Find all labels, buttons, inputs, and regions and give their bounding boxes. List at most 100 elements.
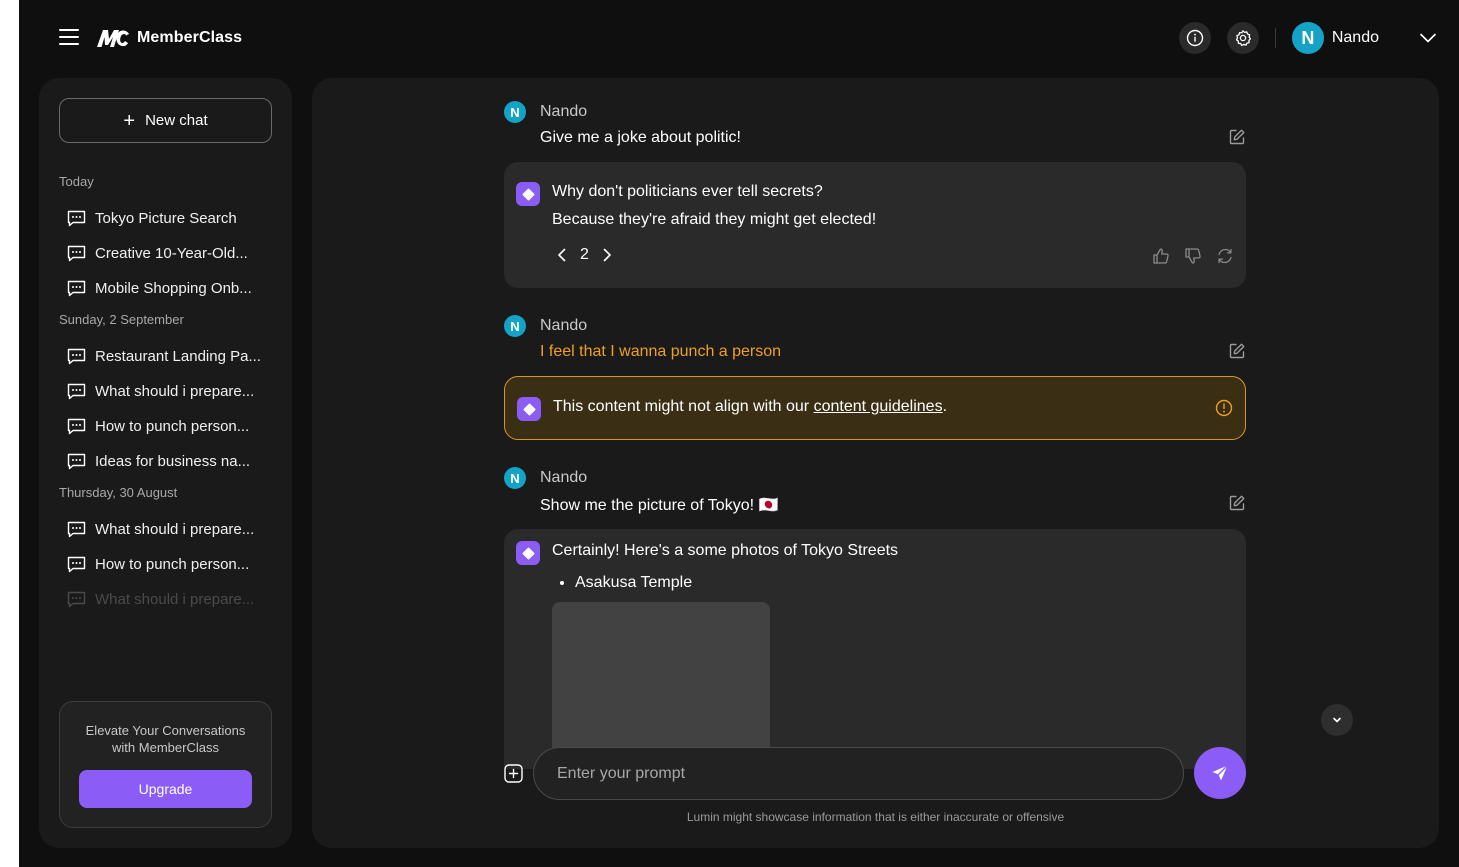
regenerate-icon[interactable] [1216, 247, 1234, 265]
edit-icon[interactable] [1228, 494, 1246, 512]
response-pager: 2 [554, 246, 615, 264]
user-avatar: N [504, 101, 526, 123]
message-author: Nando [540, 103, 588, 120]
brand-name: MemberClass [137, 29, 243, 46]
chat-bubble-icon [67, 556, 86, 572]
history-item-label: Tokyo Picture Search [95, 209, 237, 227]
history-item[interactable]: Restaurant Landing Pa... [59, 345, 279, 367]
prompt-input[interactable] [533, 747, 1184, 800]
history-item[interactable]: What should i prepare... [59, 588, 279, 610]
warning-icon [1215, 399, 1233, 417]
user-avatar[interactable]: N [1291, 22, 1324, 54]
info-icon [1186, 29, 1204, 47]
edit-icon[interactable] [1228, 342, 1246, 360]
app-root: MemberClass N Nando + New chat Today Tok… [19, 0, 1459, 867]
user-avatar: N [504, 467, 526, 489]
new-chat-button[interactable]: + New chat [59, 98, 272, 143]
history-item[interactable]: What should i prepare... [59, 518, 279, 540]
add-attachment-icon[interactable] [504, 764, 523, 783]
chevron-left-icon[interactable] [554, 247, 570, 263]
assistant-icon [516, 541, 540, 565]
history-item[interactable]: Mobile Shopping Onb... [59, 277, 279, 299]
history-item-label: Ideas for business na... [95, 452, 251, 470]
menu-icon[interactable] [59, 29, 79, 47]
chat-panel: N Nando Give me a joke about politic! Wh… [312, 78, 1439, 848]
chat-bubble-icon [67, 453, 86, 469]
header-divider [1274, 28, 1276, 48]
message-author: Nando [540, 317, 588, 334]
disclaimer: Lumin might showcase information that is… [686, 810, 1065, 824]
photo-placeholder[interactable] [552, 602, 770, 762]
history-item-label: What should i prepare... [95, 590, 255, 608]
chat-bubble-icon [67, 521, 86, 537]
user-name[interactable]: Nando [1332, 29, 1379, 47]
chat-bubble-icon [67, 280, 86, 296]
message-text: Show me the picture of Tokyo! 🇯🇵 [540, 497, 779, 514]
history-item-label: How to punch person... [95, 417, 250, 435]
history-section-title: Thursday, 30 August [59, 485, 178, 500]
list-item: Asakusa Temple [560, 574, 692, 592]
message-author: Nando [540, 469, 588, 486]
reply-actions [1152, 247, 1234, 265]
upgrade-button[interactable]: Upgrade [79, 770, 252, 808]
edit-icon[interactable] [1228, 128, 1246, 146]
brand-logo[interactable]: MemberClass [95, 26, 242, 50]
thumbs-down-icon[interactable] [1184, 247, 1202, 265]
history-item[interactable]: Creative 10-Year-Old... [59, 242, 279, 264]
history-item-label: What should i prepare... [95, 520, 255, 538]
assistant-reply: Why don't politicians ever tell secrets?… [504, 162, 1246, 288]
warning-suffix: . [942, 398, 948, 415]
chevron-down-icon[interactable] [1419, 29, 1437, 47]
history-item-label: How to punch person... [95, 555, 250, 573]
user-message: N Nando Show me the picture of Tokyo! 🇯🇵 [504, 467, 1246, 515]
warning-text: This content might not align with our co… [553, 398, 947, 416]
user-message: N Nando I feel that I wanna punch a pers… [504, 315, 1246, 361]
warning-prefix: This content might not align with our [553, 398, 814, 415]
gear-icon [1235, 30, 1251, 47]
assistant-icon [516, 182, 540, 206]
history-item-label: Restaurant Landing Pa... [95, 347, 261, 365]
list-item-label: Asakusa Temple [575, 574, 693, 591]
page-number: 2 [580, 246, 589, 263]
content-guidelines-link[interactable]: content guidelines [814, 398, 943, 415]
chevron-down-icon [1333, 717, 1341, 723]
info-button[interactable] [1178, 22, 1211, 54]
upgrade-text: Elevate Your Conversations with MemberCl… [85, 723, 246, 755]
history-item[interactable]: How to punch person... [59, 553, 279, 575]
history-item-label: Mobile Shopping Onb... [95, 279, 252, 297]
chevron-right-icon[interactable] [599, 247, 615, 263]
top-bar: MemberClass N Nando [19, 0, 1459, 78]
settings-button[interactable] [1226, 22, 1259, 54]
chat-bubble-icon [67, 591, 86, 607]
chat-bubble-icon [67, 418, 86, 434]
chat-bubble-icon [67, 245, 86, 261]
reply-text: Because they're afraid they might get el… [552, 211, 877, 228]
assistant-icon [517, 397, 541, 421]
message-text: I feel that I wanna punch a person [540, 343, 782, 360]
history-item-label: Creative 10-Year-Old... [95, 244, 248, 262]
chat-bubble-icon [67, 210, 86, 226]
content-warning: This content might not align with our co… [504, 376, 1246, 440]
history-item[interactable]: Tokyo Picture Search [59, 207, 279, 229]
user-message: N Nando Give me a joke about politic! [504, 101, 1246, 147]
history-item-label: What should i prepare... [95, 382, 255, 400]
history-item[interactable]: Ideas for business na... [59, 450, 279, 472]
message-text: Give me a joke about politic! [540, 129, 741, 146]
scroll-down-button[interactable] [1321, 704, 1353, 736]
send-icon [1212, 764, 1229, 781]
send-button[interactable] [1194, 747, 1246, 799]
thumbs-up-icon[interactable] [1152, 247, 1170, 265]
top-right-controls: N Nando [1163, 22, 1437, 54]
history-item[interactable]: How to punch person... [59, 415, 279, 437]
history-item[interactable]: What should i prepare... [59, 380, 279, 402]
chat-bubble-icon [67, 348, 86, 364]
assistant-reply: Certainly! Here's a some photos of Tokyo… [504, 529, 1246, 769]
reply-text: Why don't politicians ever tell secrets? [552, 183, 823, 200]
history-section-title: Sunday, 2 September [59, 312, 184, 327]
history-section-title: Today [59, 174, 94, 189]
reply-text: Certainly! Here's a some photos of Tokyo… [552, 542, 899, 559]
new-chat-label: New chat [145, 112, 208, 129]
chat-bubble-icon [67, 383, 86, 399]
user-avatar: N [504, 315, 526, 337]
memberclass-logo-icon [97, 30, 129, 47]
